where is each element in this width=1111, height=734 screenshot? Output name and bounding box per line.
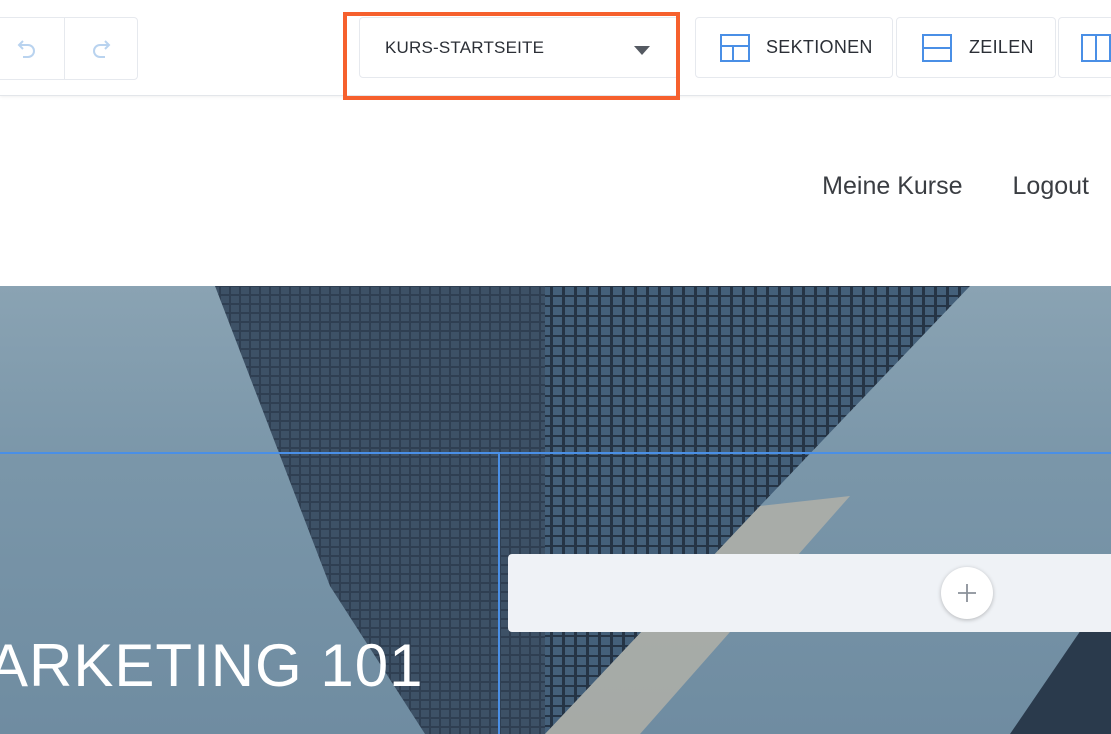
history-controls: [0, 17, 138, 80]
caret-down-icon: [634, 46, 650, 55]
plus-icon: [958, 584, 976, 602]
nav-link-meine-kurse[interactable]: Meine Kurse: [822, 172, 962, 201]
page-selector-dropdown[interactable]: KURS-STARTSEITE: [359, 17, 679, 78]
editor-toolbar: KURS-STARTSEITE SEKTIONEN ZEILEN: [0, 0, 1111, 100]
undo-button[interactable]: [0, 18, 65, 79]
sections-button[interactable]: SEKTIONEN: [695, 17, 893, 78]
site-navigation: Meine Kurse Logout: [822, 172, 1089, 201]
rows-label: ZEILEN: [969, 37, 1034, 57]
rows-layout-icon: [922, 33, 952, 62]
empty-column-dropzone[interactable]: [508, 554, 1111, 632]
columns-button[interactable]: [1058, 17, 1111, 78]
undo-icon: [17, 39, 36, 58]
page-selector-value: KURS-STARTSEITE: [385, 38, 545, 57]
sections-label: SEKTIONEN: [766, 37, 873, 57]
row-guide-line: [0, 452, 1111, 454]
columns-layout-icon: [1081, 33, 1111, 62]
nav-link-logout[interactable]: Logout: [1013, 172, 1089, 201]
hero-section: ARKETING 101: [0, 286, 1111, 734]
column-guide-line: [498, 452, 500, 734]
redo-button[interactable]: [65, 18, 138, 79]
redo-icon: [92, 39, 111, 58]
hero-title[interactable]: ARKETING 101: [0, 631, 424, 700]
sections-layout-icon: [720, 33, 750, 62]
add-element-button[interactable]: [941, 567, 993, 619]
rows-button[interactable]: ZEILEN: [896, 17, 1056, 78]
